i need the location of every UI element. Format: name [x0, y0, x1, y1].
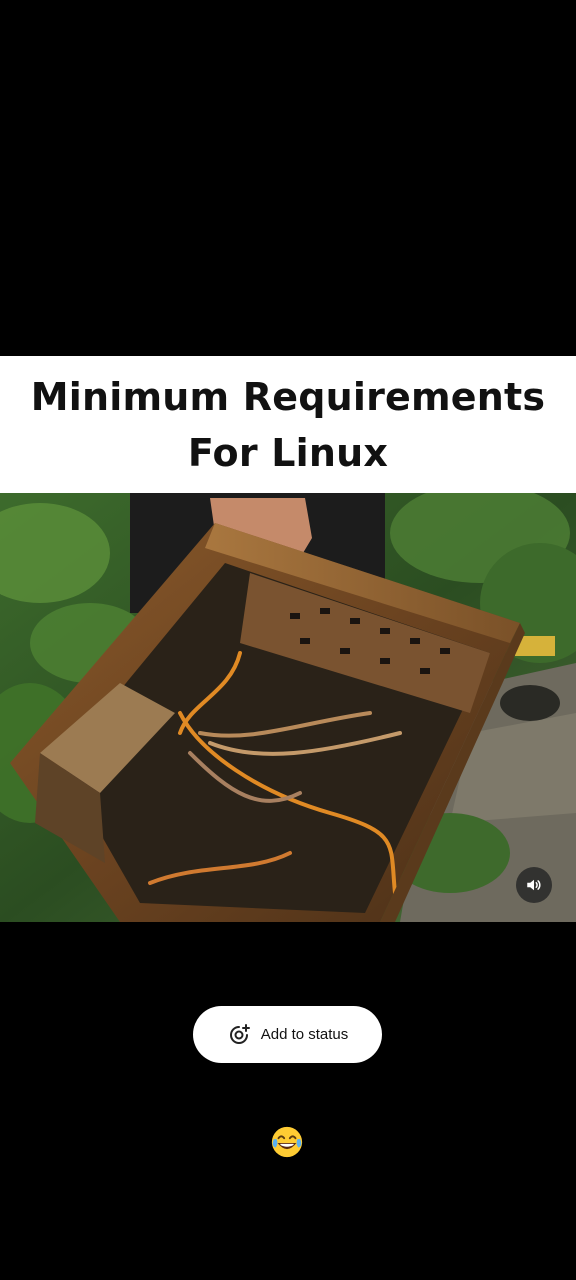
- status-media[interactable]: Minimum Requirements For Linux: [0, 356, 576, 922]
- emoji-face: [271, 1126, 303, 1158]
- laughing-tears-emoji-icon[interactable]: [269, 1124, 305, 1160]
- caption-line-2: For Linux: [187, 430, 389, 475]
- caption-line-1: Minimum Requirements: [30, 374, 546, 419]
- add-status-ring-icon: [227, 1023, 251, 1047]
- photo-illustration: [0, 493, 576, 922]
- status-viewer: Minimum Requirements For Linux Add to st…: [0, 0, 576, 1280]
- mute-toggle-button[interactable]: [516, 867, 552, 903]
- rusted-computer-photo: [0, 493, 576, 922]
- add-to-status-button[interactable]: Add to status: [193, 1006, 382, 1063]
- caption-band: Minimum Requirements For Linux: [0, 356, 576, 493]
- speaker-volume-icon: [525, 876, 543, 894]
- add-to-status-label: Add to status: [260, 1026, 349, 1043]
